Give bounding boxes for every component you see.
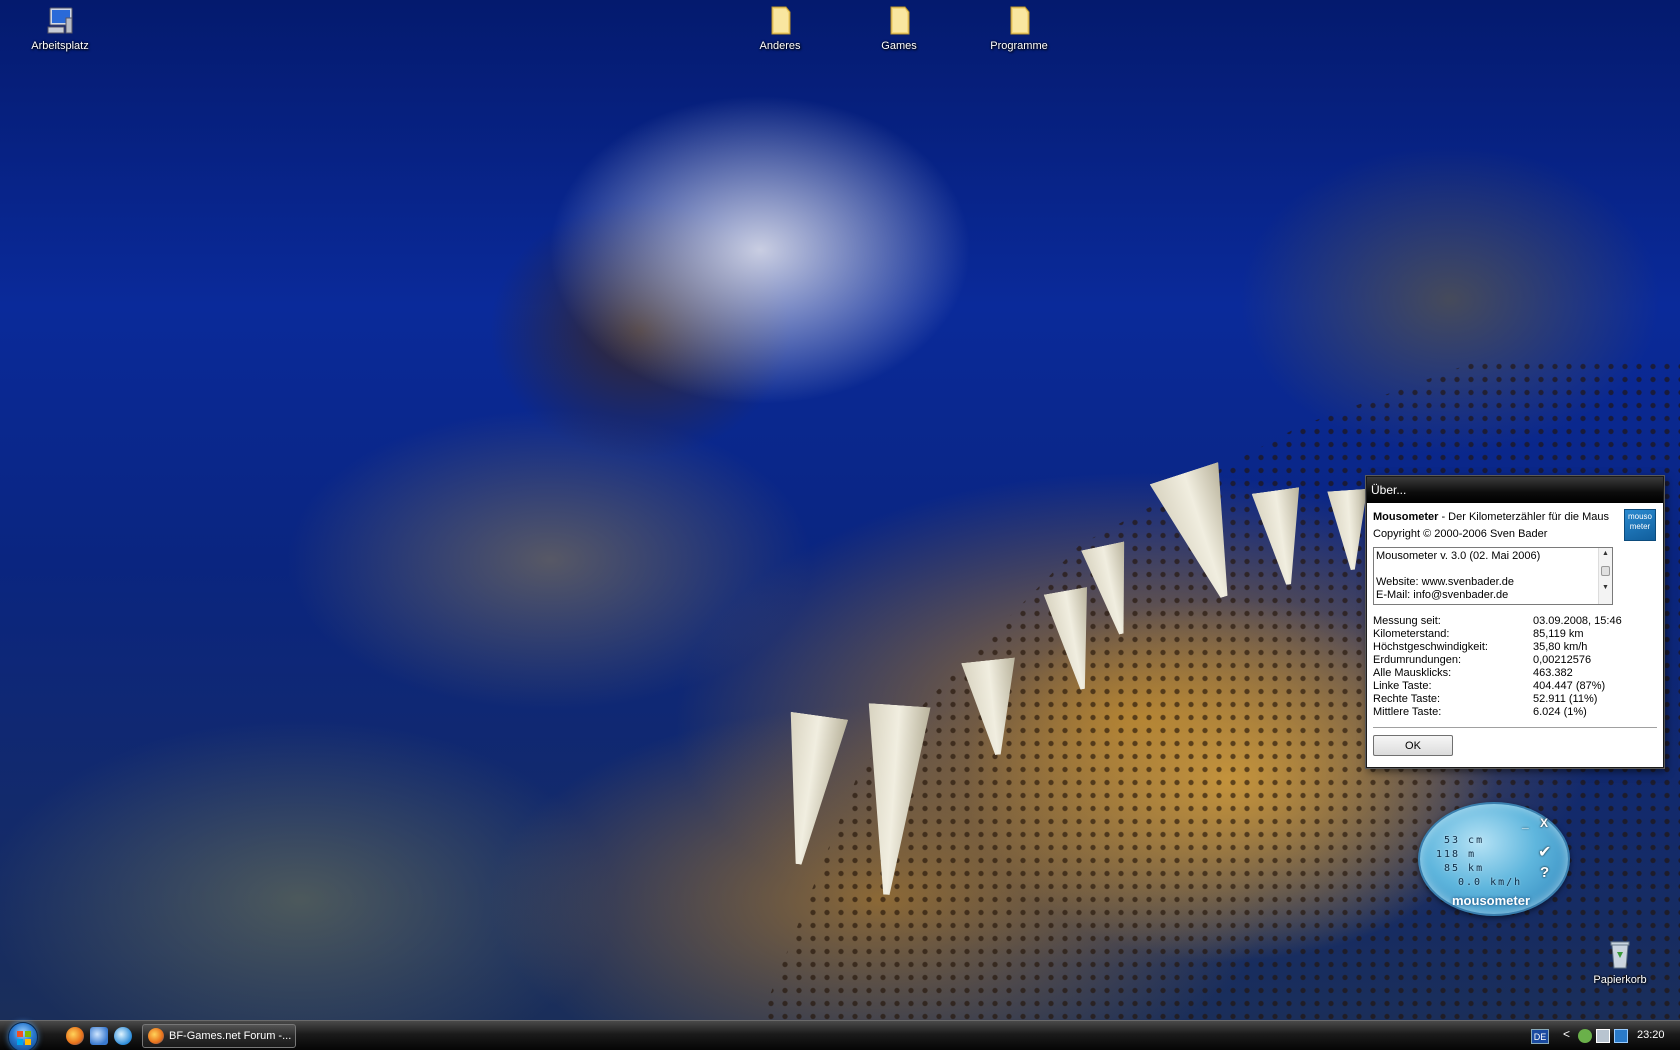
textbox-scrollbar[interactable]: ▲ ▼ — [1598, 548, 1612, 604]
textbox-version-line: Mousometer v. 3.0 (02. Mai 2006) — [1376, 550, 1541, 562]
stat-row: Kilometerstand: 85,119 km — [1373, 628, 1657, 641]
dialog-separator — [1373, 727, 1657, 729]
widget-label: mousometer — [1452, 893, 1531, 908]
stat-label: Linke Taste: — [1373, 680, 1432, 692]
stat-label: Mittlere Taste: — [1373, 706, 1442, 718]
widget-help-button[interactable]: ? — [1540, 864, 1549, 881]
widget-close-button[interactable]: X — [1540, 816, 1548, 830]
stat-label: Höchstgeschwindigkeit: — [1373, 641, 1488, 653]
logo-text-bottom: meter — [1629, 522, 1651, 531]
dialog-titlebar[interactable]: Über... — [1367, 477, 1663, 503]
scroll-up-arrow-icon[interactable]: ▲ — [1599, 548, 1612, 560]
ok-button[interactable]: OK — [1373, 735, 1453, 756]
desktop-icon-label: Games — [881, 40, 917, 52]
desktop-icon-label: Programme — [990, 40, 1048, 52]
internet-explorer-quicklaunch-icon[interactable] — [114, 1027, 132, 1045]
folder-icon — [1003, 4, 1035, 36]
stat-value: 0,00212576 — [1533, 654, 1592, 666]
desktop-icon-label: Papierkorb — [1593, 974, 1647, 986]
desktop-icon-programme[interactable]: Programme — [979, 4, 1059, 52]
stat-value: 404.447 (87%) — [1533, 680, 1606, 692]
textbox-blank-line — [1376, 563, 1596, 576]
desktop-icon-papierkorb[interactable]: Papierkorb — [1580, 938, 1660, 986]
dialog-title: Über... — [1371, 483, 1407, 497]
folder-icon — [764, 4, 796, 36]
folder-icon — [883, 4, 915, 36]
stat-label: Alle Mausklicks: — [1373, 667, 1452, 679]
firefox-quicklaunch-icon[interactable] — [66, 1027, 84, 1045]
stat-row: Linke Taste: 404.447 (87%) — [1373, 680, 1657, 693]
mousometer-logo-icon: mouso meter — [1624, 509, 1656, 541]
scroll-down-arrow-icon[interactable]: ▼ — [1599, 582, 1612, 594]
desktop-icon-arbeitsplatz[interactable]: Arbeitsplatz — [20, 4, 100, 52]
stat-row: Höchstgeschwindigkeit: 35,80 km/h — [1373, 641, 1657, 654]
stat-label: Erdumrundungen: — [1373, 654, 1462, 666]
mousometer-tray-icon[interactable] — [1614, 1029, 1628, 1043]
widget-check-icon[interactable]: ✔ — [1538, 842, 1551, 862]
desktop-icon-games[interactable]: Games — [859, 4, 939, 52]
readout-day-distance: 118 m — [1436, 849, 1477, 860]
app-tagline: - Der Kilometerzähler für die Maus — [1438, 511, 1609, 523]
start-button[interactable] — [8, 1022, 38, 1050]
stat-label: Rechte Taste: — [1373, 693, 1441, 705]
computer-icon — [44, 4, 76, 36]
scroll-thumb[interactable] — [1601, 566, 1610, 576]
readout-speed: 0.0 km/h — [1458, 877, 1523, 888]
email-quicklaunch-icon[interactable] — [90, 1027, 108, 1045]
app-name: Mousometer — [1373, 511, 1439, 523]
taskbar: BF-Games.net Forum -... DE < 23:20 — [0, 1020, 1680, 1050]
stat-label: Kilometerstand: — [1373, 628, 1450, 640]
mousometer-widget[interactable]: 53 cm 118 m 85 km 0.0 km/h _ X ✔ ? mouso… — [1418, 802, 1570, 916]
textbox-email-line: E-Mail: info@svenbader.de — [1376, 589, 1509, 601]
taskbar-button-firefox-window[interactable]: BF-Games.net Forum -... — [142, 1024, 296, 1048]
app-heading: Mousometer - Der Kilometerzähler für die… — [1373, 509, 1657, 526]
stat-value: 6.024 (1%) — [1533, 706, 1587, 718]
display-tray-icon[interactable] — [1596, 1029, 1610, 1043]
textbox-website-line: Website: www.svenbader.de — [1376, 576, 1514, 588]
widget-minimize-button[interactable]: _ — [1522, 816, 1529, 830]
recycle-bin-icon — [1604, 938, 1636, 970]
windows-logo-icon — [17, 1031, 31, 1045]
stat-row: Messung seit: 03.09.2008, 15:46 — [1373, 615, 1657, 628]
copyright-text: Copyright © 2000-2006 Sven Bader — [1373, 528, 1548, 540]
readout-total-distance: 85 km — [1444, 863, 1485, 874]
stat-row: Alle Mausklicks: 463.382 — [1373, 667, 1657, 680]
logo-text-top: mouso — [1627, 512, 1652, 521]
about-dialog: Über... Mousometer - Der Kilometerzähler… — [1366, 476, 1664, 768]
stat-value: 35,80 km/h — [1533, 641, 1588, 653]
readout-session-distance: 53 cm — [1444, 835, 1485, 846]
task-button-label: BF-Games.net Forum -... — [169, 1030, 292, 1042]
stat-value: 85,119 km — [1533, 628, 1584, 640]
stat-row: Erdumrundungen: 0,00212576 — [1373, 654, 1657, 667]
desktop-icon-label: Anderes — [759, 40, 801, 52]
stat-value: 52.911 (11%) — [1533, 693, 1598, 705]
desktop-icon-label: Arbeitsplatz — [31, 40, 89, 52]
tray-expand-chevron-icon[interactable]: < — [1563, 1027, 1570, 1041]
stat-value: 463.382 — [1533, 667, 1573, 679]
language-indicator[interactable]: DE — [1531, 1029, 1549, 1044]
stats-list: Messung seit: 03.09.2008, 15:46 Kilometer… — [1373, 615, 1657, 719]
stat-value: 03.09.2008, 15:46 — [1533, 615, 1622, 627]
stat-label: Messung seit: — [1373, 615, 1441, 627]
network-tray-icon[interactable] — [1578, 1029, 1592, 1043]
firefox-icon — [148, 1028, 164, 1044]
system-clock[interactable]: 23:20 — [1637, 1029, 1665, 1041]
stat-row: Mittlere Taste: 6.024 (1%) — [1373, 706, 1657, 719]
info-textbox[interactable]: Mousometer v. 3.0 (02. Mai 2006) Website… — [1373, 547, 1613, 605]
dialog-body: Mousometer - Der Kilometerzähler für die… — [1367, 503, 1663, 767]
desktop-icon-anderes[interactable]: Anderes — [740, 4, 820, 52]
stat-row: Rechte Taste: 52.911 (11%) — [1373, 693, 1657, 706]
